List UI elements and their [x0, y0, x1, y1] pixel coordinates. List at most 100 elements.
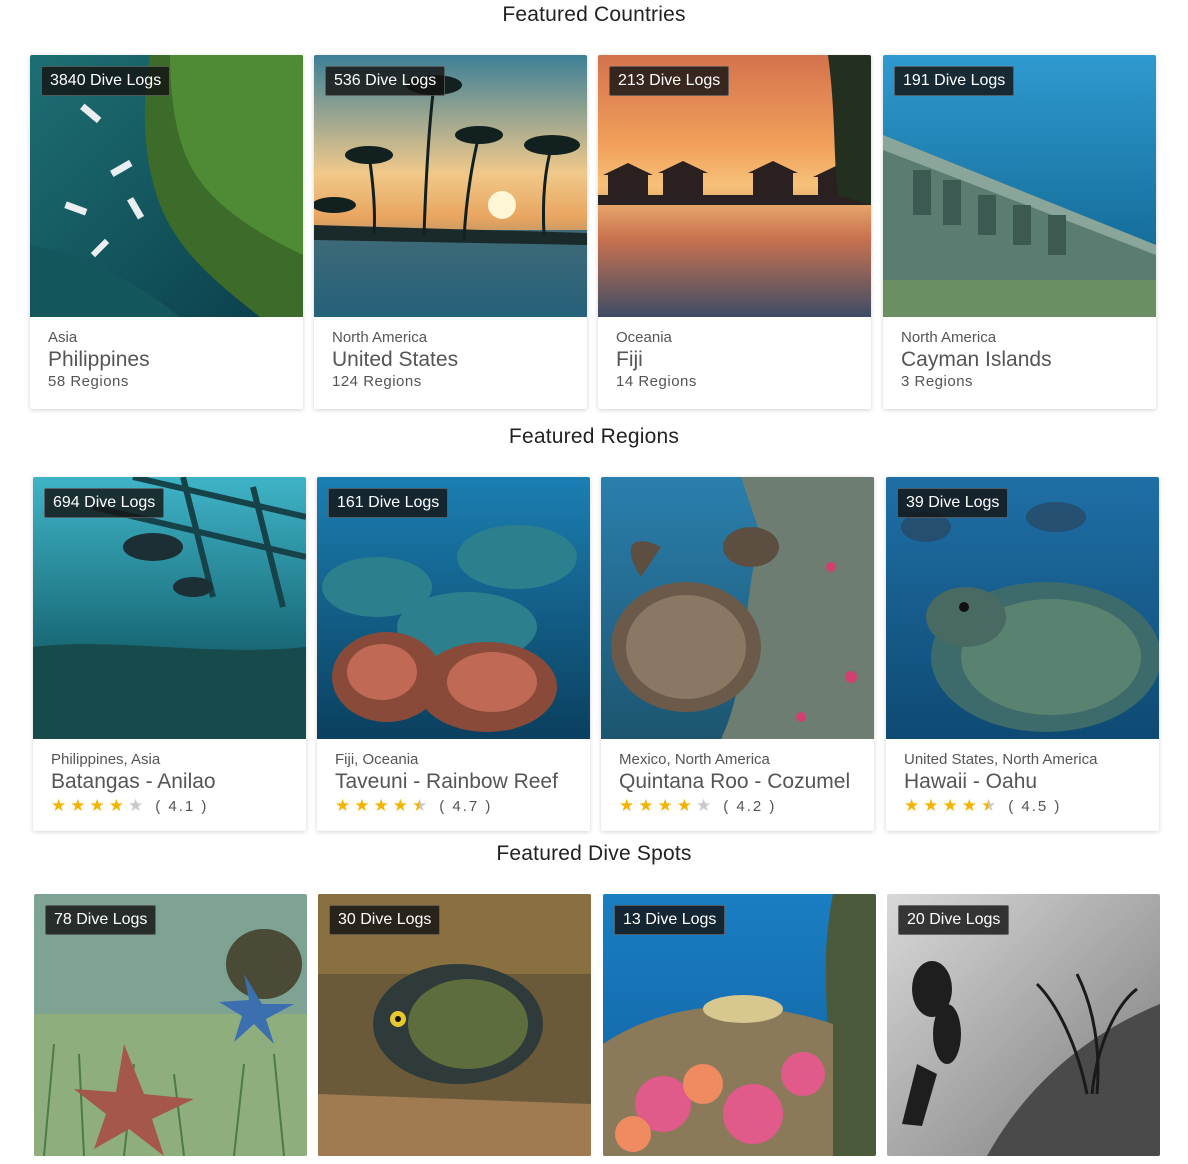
rating-value: ( 4.7 )	[439, 797, 493, 815]
card-photo: 20 Dive Logs	[887, 894, 1160, 1156]
card-info: United States, North America Hawaii - Oa…	[886, 739, 1159, 831]
region-card-quintana-roo-cozumel[interactable]: Mexico, North America Quintana Roo - Coz…	[601, 477, 874, 831]
star-full-icon: ★	[904, 796, 920, 815]
card-photo: 30 Dive Logs	[318, 894, 591, 1156]
star-full-icon: ★	[638, 796, 654, 815]
star-half-icon: ★	[412, 796, 428, 815]
card-name[interactable]: Philippines	[48, 348, 285, 372]
country-card-philippines[interactable]: 3840 Dive Logs Asia Philippines 58 Regio…	[30, 55, 303, 409]
card-name[interactable]: Fiji	[616, 348, 853, 372]
dive-logs-badge: 191 Dive Logs	[894, 66, 1015, 96]
stars-container: ★ ★ ★ ★ ★	[335, 796, 431, 816]
star-rating: ★ ★ ★ ★ ★ ( 4.5 )	[904, 796, 1141, 816]
spot-card-1[interactable]: 78 Dive Logs	[34, 894, 307, 1156]
dive-logs-badge: 30 Dive Logs	[329, 905, 441, 935]
star-full-icon: ★	[923, 796, 939, 815]
card-info: Philippines, Asia Batangas - Anilao ★ ★ ★ ★…	[33, 739, 306, 831]
spot-card-2[interactable]: 30 Dive Logs	[318, 894, 591, 1156]
card-photo: 161 Dive Logs	[317, 477, 590, 739]
star-full-icon: ★	[70, 796, 86, 815]
rating-value: ( 4.1 )	[155, 797, 209, 815]
section-title-regions: Featured Regions	[508, 425, 680, 448]
dive-logs-badge: 161 Dive Logs	[328, 488, 449, 518]
dive-logs-badge: 3840 Dive Logs	[41, 66, 171, 96]
card-continent: Asia	[48, 329, 78, 346]
card-photo: 13 Dive Logs	[603, 894, 876, 1156]
star-full-icon: ★	[108, 796, 124, 815]
section-title-countries: Featured Countries	[502, 3, 686, 26]
section-title-spots: Featured Dive Spots	[496, 842, 692, 865]
dive-logs-badge: 39 Dive Logs	[897, 488, 1009, 518]
star-rating: ★ ★ ★ ★ ★ ( 4.7 )	[335, 796, 572, 816]
rating-value: ( 4.5 )	[1008, 797, 1062, 815]
country-card-cayman-islands[interactable]: 191 Dive Logs North America Cayman Islan…	[883, 55, 1156, 409]
card-regions-count: 3 Regions	[901, 373, 974, 390]
star-full-icon: ★	[961, 796, 977, 815]
star-full-icon: ★	[89, 796, 105, 815]
card-name[interactable]: Taveuni - Rainbow Reef	[335, 770, 572, 794]
card-photo: 694 Dive Logs	[33, 477, 306, 739]
dive-logs-badge: 213 Dive Logs	[609, 66, 730, 96]
card-continent: Oceania	[616, 329, 672, 346]
rating-value: ( 4.2 )	[723, 797, 777, 815]
star-full-icon: ★	[619, 796, 635, 815]
dive-logs-badge: 536 Dive Logs	[325, 66, 446, 96]
country-card-fiji[interactable]: 213 Dive Logs Oceania Fiji 14 Regions	[598, 55, 871, 409]
card-photo	[601, 477, 874, 739]
spot-card-3[interactable]: 13 Dive Logs	[603, 894, 876, 1156]
star-half-icon: ★	[981, 796, 997, 815]
card-info: North America United States 124 Regions	[314, 317, 587, 409]
country-card-united-states[interactable]: 536 Dive Logs North America United State…	[314, 55, 587, 409]
card-regions-count: 14 Regions	[616, 373, 697, 390]
star-full-icon: ★	[942, 796, 958, 815]
card-photo: 213 Dive Logs	[598, 55, 871, 317]
card-photo: 78 Dive Logs	[34, 894, 307, 1156]
region-card-batangas-anilao[interactable]: 694 Dive Logs Philippines, Asia Batangas…	[33, 477, 306, 831]
regions-row: 694 Dive Logs Philippines, Asia Batangas…	[0, 477, 1188, 837]
hawksbill-turtle-photo	[601, 477, 874, 739]
card-info: North America Cayman Islands 3 Regions	[883, 317, 1156, 409]
star-empty-icon: ★	[696, 796, 712, 815]
star-full-icon: ★	[335, 796, 351, 815]
card-location: Mexico, North America	[619, 751, 770, 768]
card-photo: 3840 Dive Logs	[30, 55, 303, 317]
star-rating: ★ ★ ★ ★ ★ ( 4.2 )	[619, 796, 856, 816]
star-full-icon: ★	[51, 796, 67, 815]
card-info: Asia Philippines 58 Regions	[30, 317, 303, 409]
card-photo: 536 Dive Logs	[314, 55, 587, 317]
star-full-icon: ★	[373, 796, 389, 815]
card-location: Fiji, Oceania	[335, 751, 419, 768]
card-location: Philippines, Asia	[51, 751, 161, 768]
spot-card-4[interactable]: 20 Dive Logs	[887, 894, 1160, 1156]
card-photo: 191 Dive Logs	[883, 55, 1156, 317]
star-rating: ★ ★ ★ ★ ★ ( 4.1 )	[51, 796, 288, 816]
card-name[interactable]: Batangas - Anilao	[51, 770, 288, 794]
star-full-icon: ★	[657, 796, 673, 815]
card-regions-count: 58 Regions	[48, 373, 129, 390]
countries-row: 3840 Dive Logs Asia Philippines 58 Regio…	[0, 55, 1188, 415]
dive-logs-badge: 694 Dive Logs	[44, 488, 165, 518]
dive-logs-badge: 13 Dive Logs	[614, 905, 726, 935]
stars-container: ★ ★ ★ ★ ★	[51, 796, 147, 816]
card-name[interactable]: Hawaii - Oahu	[904, 770, 1141, 794]
card-location: United States, North America	[904, 751, 1098, 768]
card-name[interactable]: United States	[332, 348, 569, 372]
spots-row: 78 Dive Logs 30 Dive Logs 13 Dive Logs 2…	[0, 894, 1188, 1164]
card-regions-count: 124 Regions	[332, 373, 422, 390]
region-card-taveuni-rainbow-reef[interactable]: 161 Dive Logs Fiji, Oceania Taveuni - Ra…	[317, 477, 590, 831]
card-name[interactable]: Cayman Islands	[901, 348, 1138, 372]
star-full-icon: ★	[354, 796, 370, 815]
star-empty-icon: ★	[128, 796, 144, 815]
dive-logs-badge: 78 Dive Logs	[45, 905, 157, 935]
card-photo: 39 Dive Logs	[886, 477, 1159, 739]
card-continent: North America	[332, 329, 428, 346]
card-continent: North America	[901, 329, 997, 346]
dive-logs-badge: 20 Dive Logs	[898, 905, 1010, 935]
card-info: Fiji, Oceania Taveuni - Rainbow Reef ★ ★ ★…	[317, 739, 590, 831]
card-name[interactable]: Quintana Roo - Cozumel	[619, 770, 856, 794]
star-full-icon: ★	[392, 796, 408, 815]
stars-container: ★ ★ ★ ★ ★	[619, 796, 715, 816]
card-info: Mexico, North America Quintana Roo - Coz…	[601, 739, 874, 831]
stars-container: ★ ★ ★ ★ ★	[904, 796, 1000, 816]
region-card-hawaii-oahu[interactable]: 39 Dive Logs United States, North Americ…	[886, 477, 1159, 831]
